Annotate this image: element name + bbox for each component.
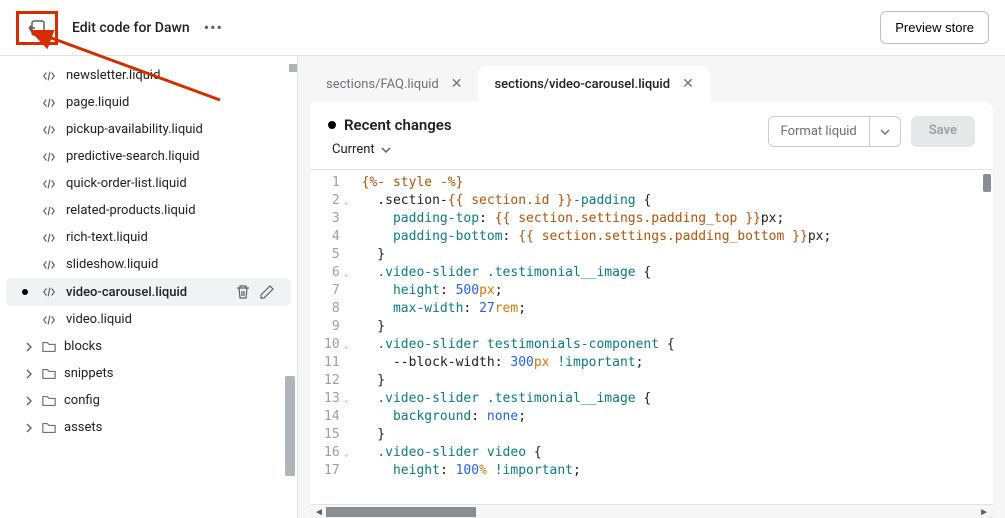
chevron-right-icon (24, 423, 34, 433)
folder-item[interactable]: config (0, 387, 297, 414)
folder-item[interactable]: snippets (0, 360, 297, 387)
current-version-dropdown[interactable]: Current (328, 142, 452, 157)
file-item[interactable]: quick-order-list.liquid (6, 170, 291, 197)
file-item[interactable]: newsletter.liquid (6, 62, 291, 89)
exit-button-highlight (16, 11, 58, 45)
format-liquid-caret[interactable] (869, 117, 900, 146)
file-item[interactable]: video.liquid (6, 306, 291, 333)
editor-tab[interactable]: sections/FAQ.liquid ✕ (310, 66, 478, 102)
folder-name: config (64, 393, 100, 408)
file-item[interactable]: page.liquid (6, 89, 291, 116)
folder-icon (42, 394, 56, 408)
more-menu-button[interactable]: ••• (204, 18, 223, 37)
horizontal-scrollbar-track[interactable]: ◄ ► (310, 504, 993, 518)
file-sidebar: newsletter.liquid page.liquid pickup-avail… (0, 56, 298, 518)
pencil-icon[interactable] (259, 284, 275, 300)
changes-block: Recent changes Current (328, 116, 452, 157)
file-item[interactable]: slideshow.liquid (6, 251, 291, 278)
chevron-right-icon (24, 342, 34, 352)
code-editor[interactable]: 12⌄3456⌄78910⌄111213⌄141516⌄17 {%- style… (310, 169, 993, 504)
editor-header: Recent changes Current Format liquid Sav… (310, 102, 993, 169)
folder-name: snippets (64, 366, 114, 381)
vertical-scrollbar[interactable] (983, 174, 991, 192)
folder-item[interactable]: blocks (0, 333, 297, 360)
save-button[interactable]: Save (911, 116, 975, 147)
tab-label: sections/FAQ.liquid (326, 77, 439, 92)
editor-tab[interactable]: sections/video-carousel.liquid ✕ (478, 66, 709, 102)
exit-icon[interactable] (27, 18, 47, 38)
file-name: newsletter.liquid (66, 68, 160, 83)
chevron-down-icon (880, 127, 890, 137)
file-name: predictive-search.liquid (66, 149, 200, 164)
file-name: quick-order-list.liquid (66, 176, 187, 191)
page-title: Edit code for Dawn (72, 20, 190, 36)
editor-actions: Format liquid Save (768, 116, 975, 147)
folder-icon (42, 421, 56, 435)
chevron-right-icon (24, 369, 34, 379)
file-name: page.liquid (66, 95, 129, 110)
main-area: newsletter.liquid page.liquid pickup-avail… (0, 56, 1005, 518)
file-item[interactable]: rich-text.liquid (6, 224, 291, 251)
preview-store-button[interactable]: Preview store (880, 11, 989, 44)
file-name: related-products.liquid (66, 203, 196, 218)
format-liquid-button[interactable]: Format liquid (769, 117, 869, 146)
chevron-down-icon (381, 145, 391, 155)
file-item[interactable]: predictive-search.liquid (6, 143, 291, 170)
file-name: rich-text.liquid (66, 230, 148, 245)
close-icon[interactable]: ✕ (682, 76, 694, 92)
folder-icon (42, 367, 56, 381)
file-name: slideshow.liquid (66, 257, 158, 272)
file-item[interactable]: related-products.liquid (6, 197, 291, 224)
sidebar-scrollbar[interactable] (285, 376, 295, 476)
file-item[interactable]: video-carousel.liquid (6, 278, 291, 306)
scroll-right-arrow[interactable]: ► (979, 507, 989, 518)
folder-name: blocks (64, 339, 102, 354)
scroll-left-arrow[interactable]: ◄ (314, 507, 324, 518)
format-liquid-group: Format liquid (768, 116, 901, 147)
code-content[interactable]: {%- style -%} .section-{{ section.id }}-… (346, 170, 993, 504)
file-name: video.liquid (66, 312, 132, 327)
line-gutter: 12⌄3456⌄78910⌄111213⌄141516⌄17 (310, 170, 346, 504)
file-item[interactable]: pickup-availability.liquid (6, 116, 291, 143)
folder-name: assets (64, 420, 102, 435)
recent-changes-title: Recent changes (328, 116, 452, 134)
file-name: video-carousel.liquid (66, 285, 187, 300)
app-header: Edit code for Dawn ••• Preview store (0, 0, 1005, 56)
editor-panel: sections/FAQ.liquid✕sections/video-carou… (298, 56, 1005, 518)
editor-card: Recent changes Current Format liquid Sav… (310, 102, 993, 518)
chevron-right-icon (24, 396, 34, 406)
file-name: pickup-availability.liquid (66, 122, 203, 137)
trash-icon[interactable] (235, 284, 251, 300)
header-left: Edit code for Dawn ••• (16, 11, 223, 45)
horizontal-scrollbar-thumb[interactable] (326, 507, 476, 517)
folder-icon (42, 340, 56, 354)
close-icon[interactable]: ✕ (451, 76, 463, 92)
tabs-row: sections/FAQ.liquid✕sections/video-carou… (310, 66, 993, 102)
tab-label: sections/video-carousel.liquid (494, 77, 670, 92)
folder-item[interactable]: assets (0, 414, 297, 441)
